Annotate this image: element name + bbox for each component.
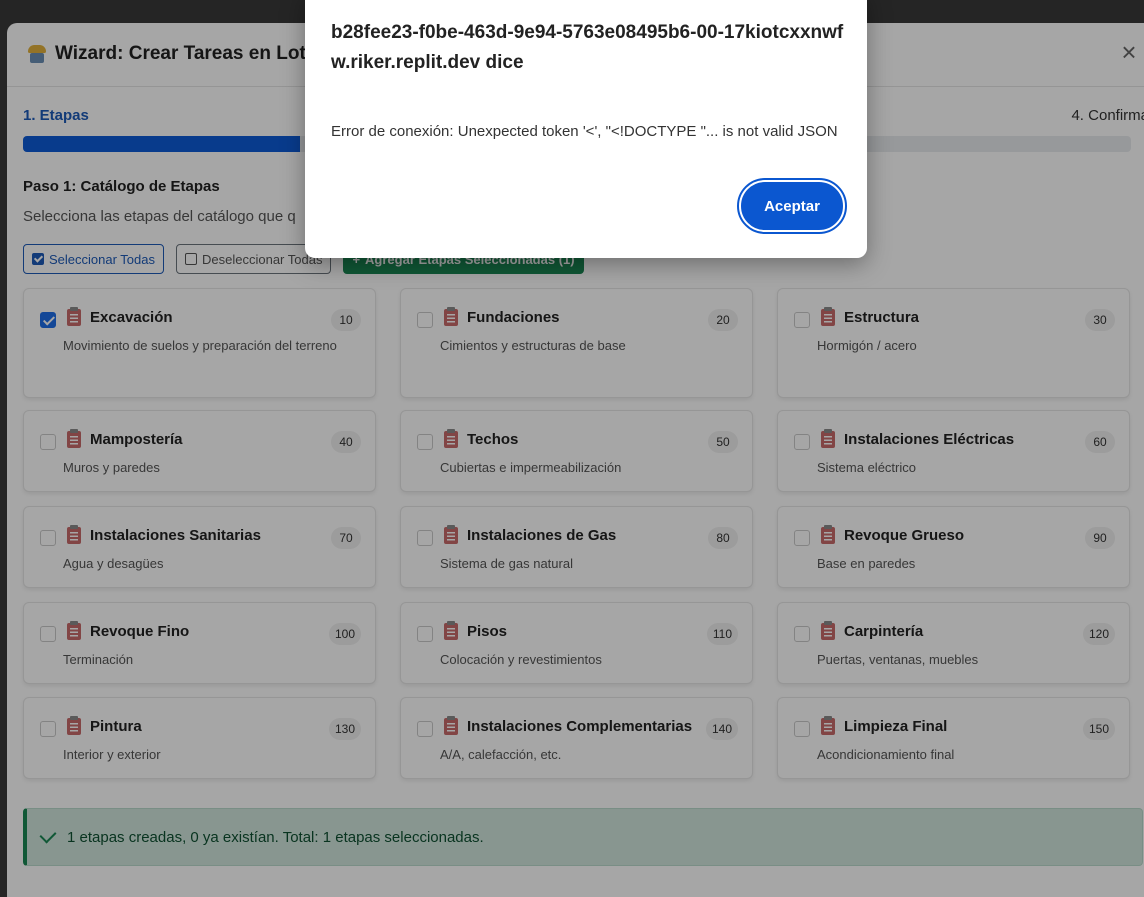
dialog-message: Error de conexión: Unexpected token '<',… bbox=[331, 123, 838, 140]
dialog-title: b28fee23-f0be-463d-9e94-5763e08495b6-00-… bbox=[331, 22, 844, 73]
accept-button[interactable]: Aceptar bbox=[737, 178, 847, 234]
alert-dialog: b28fee23-f0be-463d-9e94-5763e08495b6-00-… bbox=[305, 0, 867, 258]
